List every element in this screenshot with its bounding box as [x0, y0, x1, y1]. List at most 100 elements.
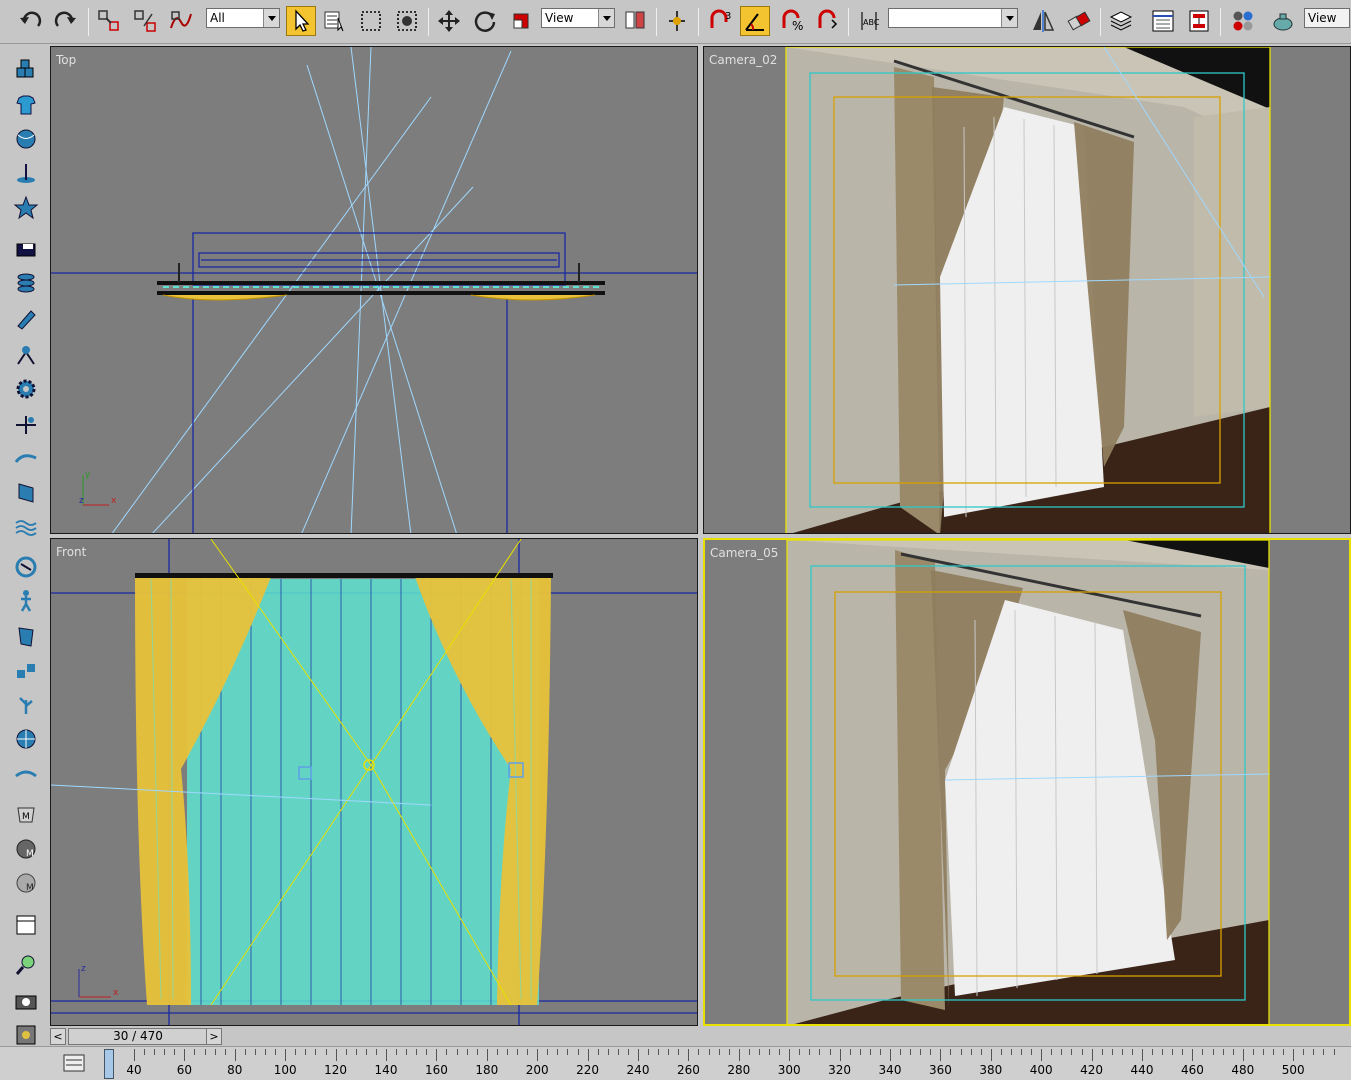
viewport-label-camera-05[interactable]: Camera_05: [710, 546, 778, 560]
viewport-label-camera-02[interactable]: Camera_02: [709, 53, 777, 67]
track-bar-minor-tick: [1051, 1049, 1053, 1055]
spinner-snap-toggle-icon[interactable]: [812, 6, 842, 36]
time-slider-frame-display[interactable]: 30 / 470: [68, 1028, 208, 1045]
snaps-toggle-icon[interactable]: 3: [704, 6, 734, 36]
select-and-manipulate-icon[interactable]: [662, 6, 692, 36]
viewport-label-top[interactable]: Top: [56, 53, 76, 67]
chevron-down-icon: [1001, 9, 1017, 27]
reactor-icon[interactable]: M: [10, 800, 42, 830]
track-bar-tick-label: 140: [374, 1063, 398, 1077]
angle-snap-toggle-icon[interactable]: [740, 6, 770, 36]
front-view-scene: z x: [51, 539, 697, 1025]
shirt-icon[interactable]: [10, 90, 42, 120]
render-frame-icon[interactable]: [10, 910, 42, 940]
hair-icon[interactable]: [10, 760, 42, 790]
track-bar-minor-tick: [476, 1049, 478, 1055]
window-crossing-icon[interactable]: [392, 6, 422, 36]
viewport-camera-02[interactable]: Camera_02: [703, 46, 1351, 534]
edit-named-selection-sets-icon[interactable]: ABC: [854, 6, 884, 36]
select-and-move-icon[interactable]: [434, 6, 464, 36]
track-bar-tick: [234, 1049, 236, 1061]
star-icon[interactable]: [10, 192, 42, 222]
track-bar-minor-tick: [950, 1049, 952, 1055]
stack-icon[interactable]: [10, 268, 42, 298]
named-selection-sets-dropdown[interactable]: [888, 8, 1018, 28]
track-bar-tick-label: 260: [676, 1063, 700, 1077]
viewport-front[interactable]: z x Front: [50, 538, 698, 1026]
track-bar[interactable]: 40 60 80 100 120 140 160 180 200 220 240 260 280 300 3…: [0, 1046, 1351, 1080]
waves-icon[interactable]: [10, 512, 42, 542]
motion-icon[interactable]: [10, 444, 42, 474]
ref-coord-value: View: [545, 11, 574, 25]
track-bar-minor-tick: [617, 1049, 619, 1055]
mental-ray-icon[interactable]: M: [10, 834, 42, 864]
time-slider-prev-button[interactable]: <: [50, 1028, 66, 1045]
time-cursor[interactable]: [104, 1049, 114, 1079]
bind-to-space-warp-icon[interactable]: [166, 6, 196, 36]
track-bar-minor-tick: [174, 1049, 176, 1055]
bones-icon[interactable]: [10, 552, 42, 582]
selection-filter-dropdown[interactable]: All: [206, 8, 280, 28]
track-bar-minor-tick: [1152, 1049, 1154, 1055]
time-slider[interactable]: < 30 / 470 >: [50, 1026, 1351, 1046]
percent-snap-toggle-icon[interactable]: %: [776, 6, 806, 36]
gear-icon[interactable]: [10, 374, 42, 404]
track-bar-tick: [436, 1049, 438, 1061]
track-bar-minor-tick: [910, 1049, 912, 1055]
select-object-icon[interactable]: [286, 6, 316, 36]
rectangular-selection-region-icon[interactable]: [356, 6, 386, 36]
particles-icon[interactable]: [10, 656, 42, 686]
material-editor-icon[interactable]: [1228, 6, 1258, 36]
track-bar-minor-tick: [970, 1049, 972, 1055]
mirror-icon[interactable]: [1028, 6, 1058, 36]
unlink-selection-icon[interactable]: [130, 6, 160, 36]
chevron-down-icon: [263, 9, 279, 27]
sphere-icon[interactable]: [10, 124, 42, 154]
mini-curve-editor-icon[interactable]: [62, 1051, 86, 1075]
biped-icon[interactable]: [10, 586, 42, 616]
wheel-icon[interactable]: [10, 724, 42, 754]
track-bar-minor-tick: [406, 1049, 408, 1055]
render-setup-icon[interactable]: [1268, 6, 1298, 36]
mental-mill-icon[interactable]: M: [10, 868, 42, 898]
track-bar-minor-tick: [1031, 1049, 1033, 1055]
track-bar-minor-tick: [819, 1049, 821, 1055]
layer-manager-icon[interactable]: [1106, 6, 1136, 36]
undo-icon[interactable]: [16, 6, 46, 36]
viewport-top[interactable]: y x z Top: [50, 46, 698, 534]
hierarchy-icon[interactable]: [10, 410, 42, 440]
plant-icon[interactable]: [10, 690, 42, 720]
display-icon[interactable]: [10, 478, 42, 508]
schematic-view-icon[interactable]: [1184, 6, 1214, 36]
viewport-camera-05[interactable]: Camera_05: [703, 538, 1351, 1026]
select-and-link-icon[interactable]: [94, 6, 124, 36]
track-bar-minor-tick: [1222, 1049, 1224, 1055]
svg-text:3: 3: [725, 11, 731, 22]
pencil-icon[interactable]: [10, 304, 42, 334]
track-bar-minor-tick: [668, 1049, 670, 1055]
select-and-rotate-icon[interactable]: [470, 6, 500, 36]
cloth-icon[interactable]: [10, 622, 42, 652]
modify-icon[interactable]: [10, 340, 42, 370]
use-pivot-center-icon[interactable]: [620, 6, 650, 36]
track-bar-tick-label: 400: [1029, 1063, 1053, 1077]
redo-icon[interactable]: [50, 6, 80, 36]
track-bar-minor-tick: [365, 1049, 367, 1055]
time-slider-next-button[interactable]: >: [206, 1028, 222, 1045]
curve-editor-icon[interactable]: [1148, 6, 1178, 36]
track-bar-minor-tick: [1162, 1049, 1164, 1055]
render-view-dropdown[interactable]: View: [1304, 8, 1350, 28]
track-bar-minor-tick: [728, 1049, 730, 1055]
select-and-scale-icon[interactable]: [506, 6, 536, 36]
box-icon[interactable]: [10, 234, 42, 264]
align-icon[interactable]: [1064, 6, 1094, 36]
camera-icon[interactable]: [10, 986, 42, 1016]
viewport-label-front[interactable]: Front: [56, 545, 86, 559]
select-by-name-icon[interactable]: [320, 6, 350, 36]
reference-coordinate-dropdown[interactable]: View: [541, 8, 615, 28]
track-bar-minor-tick: [1101, 1049, 1103, 1055]
track-bar-minor-tick: [960, 1049, 962, 1055]
zoom-extents-icon[interactable]: [10, 950, 42, 980]
create-boxes-icon[interactable]: [10, 54, 42, 84]
pivot-icon[interactable]: [10, 158, 42, 188]
